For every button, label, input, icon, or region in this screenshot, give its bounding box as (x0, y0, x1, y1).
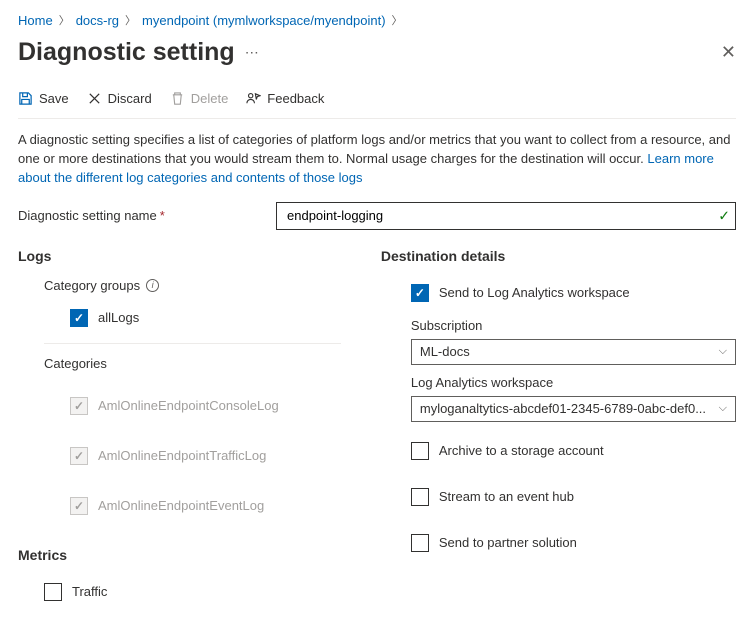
category-event-log-label: AmlOnlineEndpointEventLog (98, 498, 264, 513)
discard-button[interactable]: Discard (87, 91, 152, 106)
all-logs-checkbox[interactable] (70, 309, 88, 327)
subscription-select[interactable]: ML-docs ⌵ (411, 339, 736, 365)
chevron-down-icon: ⌵ (719, 345, 727, 358)
info-icon[interactable]: i (146, 279, 159, 292)
destination-heading: Destination details (381, 248, 736, 278)
feedback-icon (246, 91, 261, 106)
breadcrumb: Home 〉 docs-rg 〉 myendpoint (mymlworkspa… (18, 8, 736, 38)
stream-eventhub-checkbox[interactable] (411, 488, 429, 506)
partner-solution-checkbox[interactable] (411, 534, 429, 552)
category-console-log-checkbox (70, 397, 88, 415)
traffic-metric-checkbox[interactable] (44, 583, 62, 601)
feedback-label: Feedback (267, 91, 324, 106)
logs-heading: Logs (18, 248, 341, 278)
description-text: A diagnostic setting specifies a list of… (18, 119, 736, 202)
breadcrumb-endpoint[interactable]: myendpoint (mymlworkspace/myendpoint) (142, 13, 385, 28)
partner-solution-label: Send to partner solution (439, 535, 577, 550)
categories-label: Categories (44, 356, 107, 371)
subscription-value: ML-docs (420, 344, 470, 359)
discard-label: Discard (108, 91, 152, 106)
metrics-heading: Metrics (18, 531, 341, 577)
breadcrumb-rg[interactable]: docs-rg (76, 13, 119, 28)
divider (44, 343, 341, 344)
discard-icon (87, 91, 102, 106)
traffic-metric-label: Traffic (72, 584, 107, 599)
category-console-log-label: AmlOnlineEndpointConsoleLog (98, 398, 279, 413)
workspace-value: myloganaltytics-abcdef01-2345-6789-0abc-… (420, 401, 706, 416)
all-logs-label: allLogs (98, 310, 139, 325)
setting-name-input[interactable] (276, 202, 736, 230)
feedback-button[interactable]: Feedback (246, 91, 324, 106)
more-menu-icon[interactable]: ⋯ (245, 44, 260, 61)
save-label: Save (39, 91, 69, 106)
delete-icon (170, 91, 185, 106)
category-traffic-log-checkbox (70, 447, 88, 465)
setting-name-label: Diagnostic setting name* (18, 208, 268, 223)
category-groups-label: Category groups (44, 278, 140, 293)
chevron-right-icon: 〉 (125, 12, 136, 28)
archive-storage-label: Archive to a storage account (439, 443, 604, 458)
save-icon (18, 91, 33, 106)
chevron-down-icon: ⌵ (719, 402, 727, 415)
valid-check-icon: ✓ (718, 207, 730, 224)
send-log-analytics-checkbox[interactable] (411, 284, 429, 302)
close-button[interactable]: ✕ (721, 42, 736, 63)
chevron-right-icon: 〉 (59, 12, 70, 28)
stream-eventhub-label: Stream to an event hub (439, 489, 574, 504)
workspace-label: Log Analytics workspace (411, 365, 736, 396)
save-button[interactable]: Save (18, 91, 69, 106)
delete-button: Delete (170, 91, 229, 106)
page-title: Diagnostic setting (18, 38, 235, 67)
chevron-right-icon: 〉 (392, 12, 403, 28)
category-traffic-log-label: AmlOnlineEndpointTrafficLog (98, 448, 266, 463)
delete-label: Delete (191, 91, 229, 106)
category-event-log-checkbox (70, 497, 88, 515)
subscription-label: Subscription (411, 308, 736, 339)
send-log-analytics-label: Send to Log Analytics workspace (439, 285, 630, 300)
command-bar: Save Discard Delete Feedback (18, 85, 736, 119)
breadcrumb-home[interactable]: Home (18, 13, 53, 28)
workspace-select[interactable]: myloganaltytics-abcdef01-2345-6789-0abc-… (411, 396, 736, 422)
archive-storage-checkbox[interactable] (411, 442, 429, 460)
